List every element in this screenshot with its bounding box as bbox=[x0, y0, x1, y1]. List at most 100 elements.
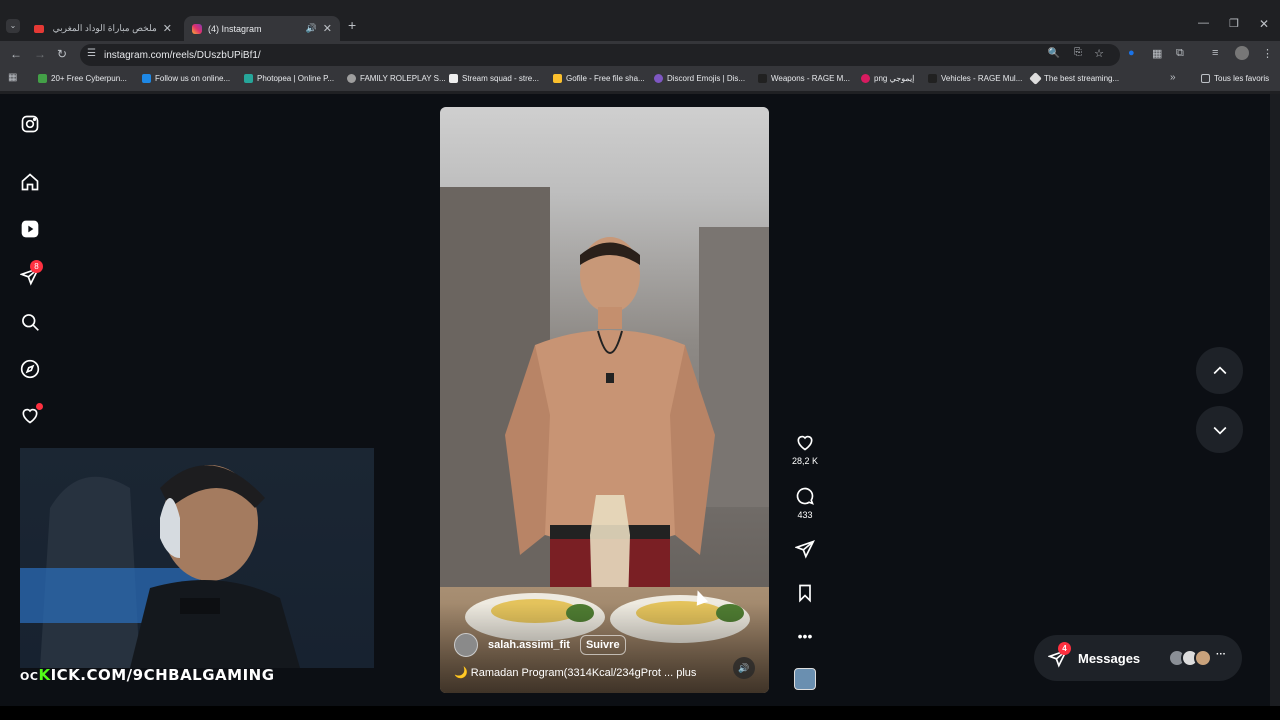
bookmark-item[interactable]: png إيموجي bbox=[861, 74, 914, 83]
messages-button[interactable]: 4 Messages ··· bbox=[1034, 635, 1242, 681]
share-icon bbox=[795, 540, 815, 559]
star-icon[interactable]: ☆ bbox=[1094, 47, 1104, 60]
bookmark-favicon-icon bbox=[654, 74, 663, 83]
bookmark-item[interactable]: Follow us on online... bbox=[142, 74, 230, 83]
bookmark-label: Tous les favoris bbox=[1214, 74, 1270, 83]
mute-button[interactable]: 🔊 bbox=[733, 657, 755, 679]
bookmark-label: Stream squad - stre... bbox=[462, 74, 539, 83]
search-icon[interactable] bbox=[20, 312, 40, 332]
stream-watermark: OCKICK.COM/9CHBALGAMING bbox=[20, 666, 275, 684]
chevron-down-icon bbox=[1213, 426, 1226, 435]
bookmarks-bar: ▦ 20+ Free Cyberpun... Follow us on onli… bbox=[0, 69, 1280, 91]
bookmark-label: Photopea | Online P... bbox=[257, 74, 335, 83]
apps-grid-icon[interactable]: ▦ bbox=[8, 72, 17, 83]
watermark-k: K bbox=[38, 666, 51, 684]
author-username[interactable]: salah.assimi_fit bbox=[488, 639, 570, 651]
messages-label: Messages bbox=[1078, 650, 1141, 666]
install-icon[interactable]: ⎘ bbox=[1074, 47, 1082, 58]
share-action[interactable] bbox=[790, 539, 820, 559]
like-action[interactable]: 28,2 K bbox=[790, 432, 820, 466]
previous-reel-button[interactable] bbox=[1196, 347, 1243, 394]
audio-thumbnail[interactable] bbox=[794, 668, 816, 690]
close-icon[interactable]: ✕ bbox=[163, 22, 172, 35]
tab-youtube[interactable]: ملخص مباراة الوداد المغربي وعزا ✕ bbox=[26, 16, 180, 41]
bookmark-item[interactable]: Vehicles - RAGE Mul... bbox=[928, 74, 1022, 83]
reels-icon[interactable] bbox=[20, 219, 40, 239]
webcam-image bbox=[20, 465, 300, 668]
bookmark-favicon-icon bbox=[449, 74, 458, 83]
extension-1password-icon[interactable]: ● bbox=[1128, 47, 1135, 59]
reel-video[interactable]: salah.assimi_fit Suivre 🌙 Ramadan Progra… bbox=[440, 107, 769, 693]
extension-qr-icon[interactable]: ▦ bbox=[1152, 47, 1162, 60]
reload-button[interactable]: ↻ bbox=[57, 47, 67, 61]
menu-kebab-icon[interactable]: ⋮ bbox=[1262, 47, 1273, 60]
instagram-logo-icon[interactable] bbox=[20, 114, 40, 134]
extensions-puzzle-icon[interactable]: ⧉ bbox=[1176, 47, 1184, 60]
bookmark-label: png إيموجي bbox=[874, 74, 915, 83]
bookmark-favicon-icon bbox=[758, 74, 767, 83]
heart-icon bbox=[797, 435, 813, 451]
bookmark-item[interactable]: Weapons - RAGE M... bbox=[758, 74, 850, 83]
folder-icon bbox=[1201, 74, 1210, 83]
bookmark-favicon-icon bbox=[1029, 72, 1042, 85]
bookmark-item[interactable]: The best streaming... bbox=[1029, 72, 1120, 85]
bookmark-item[interactable]: Stream squad - stre... bbox=[449, 74, 539, 83]
bookmark-item[interactable]: Photopea | Online P... bbox=[244, 74, 334, 83]
explore-icon[interactable] bbox=[20, 359, 40, 379]
profile-avatar-icon[interactable] bbox=[1235, 46, 1249, 60]
bookmark-label: Discord Emojis | Dis... bbox=[667, 74, 746, 83]
tab-strip: ⌄ ملخص مباراة الوداد المغربي وعزا ✕ (4) … bbox=[0, 13, 1280, 41]
back-button[interactable]: ← bbox=[10, 47, 22, 61]
url-text: instagram.com/reels/DUszbUPiBf1/ bbox=[104, 49, 261, 61]
restore-button[interactable]: ❐ bbox=[1229, 17, 1239, 30]
video-person bbox=[505, 237, 715, 605]
bookmark-item[interactable]: FAMILY ROLEPLAY S... bbox=[347, 74, 446, 83]
tab-title: ملخص مباراة الوداد المغربي وعزا bbox=[50, 23, 157, 33]
bookmark-label: Follow us on online... bbox=[155, 74, 231, 83]
address-bar[interactable]: ☰ instagram.com/reels/DUszbUPiBf1/ 🔍 ⎘ ☆ bbox=[80, 44, 1120, 66]
author-avatar[interactable] bbox=[454, 633, 478, 657]
all-bookmarks-folder[interactable]: Tous les favoris bbox=[1201, 74, 1269, 83]
speaker-icon[interactable]: 🔊 bbox=[306, 23, 317, 34]
site-info-icon[interactable]: ☰ bbox=[87, 48, 96, 59]
bookmark-favicon-icon bbox=[553, 74, 562, 83]
bookmark-label: The best streaming... bbox=[1044, 74, 1120, 83]
toolbar: ← → ↻ ☰ instagram.com/reels/DUszbUPiBf1/… bbox=[0, 41, 1280, 69]
more-icon: ••• bbox=[797, 628, 813, 644]
tab-search-icon[interactable]: ⌄ bbox=[6, 19, 20, 33]
bookmark-favicon-icon bbox=[861, 74, 870, 83]
direct-messages-icon[interactable]: 8 bbox=[20, 260, 43, 286]
next-reel-button[interactable] bbox=[1196, 406, 1243, 453]
zoom-icon[interactable]: 🔍 bbox=[1048, 48, 1060, 59]
follow-button[interactable]: Suivre bbox=[579, 635, 626, 655]
notifications-heart-icon[interactable] bbox=[20, 403, 43, 425]
close-icon[interactable]: ✕ bbox=[323, 22, 332, 35]
streamer-webcam-overlay bbox=[20, 448, 374, 668]
bookmark-item[interactable]: 20+ Free Cyberpun... bbox=[38, 74, 127, 83]
forward-button[interactable]: → bbox=[34, 47, 46, 61]
bookmark-item[interactable]: Gofile - Free file sha... bbox=[553, 74, 645, 83]
bookmark-item[interactable]: Discord Emojis | Dis... bbox=[654, 74, 745, 83]
comment-icon bbox=[796, 487, 814, 505]
more-options-button[interactable]: ••• bbox=[790, 624, 820, 644]
close-window-button[interactable]: ✕ bbox=[1259, 17, 1269, 31]
comment-action[interactable]: 433 bbox=[790, 486, 820, 520]
home-icon[interactable] bbox=[20, 172, 40, 192]
bookmark-label: Gofile - Free file sha... bbox=[566, 74, 645, 83]
tab-instagram[interactable]: (4) Instagram 🔊 ✕ bbox=[184, 16, 340, 41]
more-icon: ··· bbox=[1216, 649, 1226, 660]
messages-badge: 4 bbox=[1058, 642, 1071, 655]
avatar bbox=[1194, 649, 1212, 667]
bookmark-label: 20+ Free Cyberpun... bbox=[51, 74, 127, 83]
bookmark-favicon-icon bbox=[928, 74, 937, 83]
chevron-up-icon bbox=[1213, 365, 1226, 374]
browser-chrome: ⌄ ملخص مباراة الوداد المغربي وعزا ✕ (4) … bbox=[0, 0, 1280, 94]
reel-caption[interactable]: 🌙 Ramadan Program(3314Kcal/234gProt ... … bbox=[454, 666, 696, 679]
save-action[interactable] bbox=[790, 583, 820, 603]
new-tab-button[interactable]: + bbox=[348, 17, 356, 33]
page-scrollbar[interactable] bbox=[1270, 94, 1280, 706]
media-control-icon[interactable]: ≡ bbox=[1212, 47, 1218, 59]
bookmark-icon bbox=[799, 584, 811, 603]
minimize-button[interactable]: — bbox=[1198, 17, 1209, 29]
bookmarks-overflow-icon[interactable]: » bbox=[1170, 72, 1176, 83]
